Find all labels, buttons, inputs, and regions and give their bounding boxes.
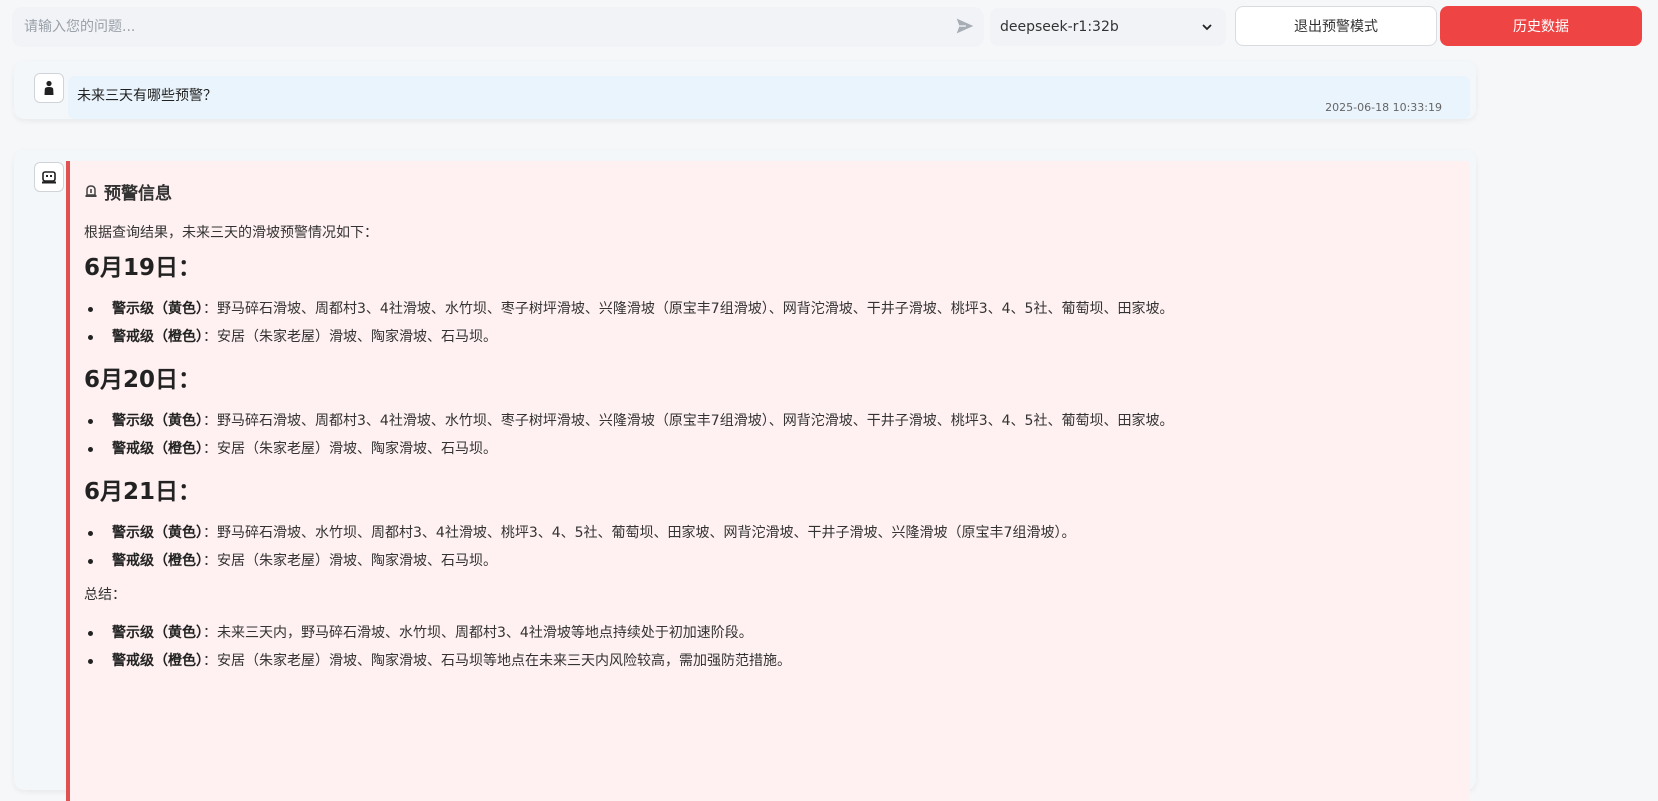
user-avatar bbox=[34, 73, 64, 103]
history-data-button[interactable]: 历史数据 bbox=[1440, 6, 1642, 46]
warning-list: 警示级（黄色）：野马碎石滑坡、水竹坝、周都村3、4社滑坡、桃坪3、4、5社、葡萄… bbox=[84, 525, 1470, 569]
robot-icon bbox=[42, 171, 56, 184]
user-message-timestamp: 2025-06-18 10:33:19 bbox=[1325, 101, 1442, 114]
day-heading: 6月19日： bbox=[84, 255, 202, 281]
summary-text: ：未来三天内，野马碎石滑坡、水竹坝、周都村3、4社滑坡等地点持续处于初加速阶段。 bbox=[203, 625, 753, 641]
list-item: 警示级（黄色）：未来三天内，野马碎石滑坡、水竹坝、周都村3、4社滑坡等地点持续处… bbox=[84, 625, 1470, 641]
model-select-value: deepseek-r1:32b bbox=[1000, 19, 1119, 35]
warning-level-label: 警示级（黄色） bbox=[112, 525, 203, 541]
warning-locations: ：野马碎石滑坡、水竹坝、周都村3、4社滑坡、桃坪3、4、5社、葡萄坝、田家坡、网… bbox=[203, 525, 1076, 541]
exit-warning-mode-button[interactable]: 退出预警模式 bbox=[1235, 6, 1437, 46]
panel-title: 预警信息 bbox=[84, 181, 1470, 204]
user-message: 未来三天有哪些预警？ 2025-06-18 10:33:19 bbox=[14, 61, 1476, 119]
warning-level-label: 警示级（黄色） bbox=[112, 625, 203, 641]
list-item: 警戒级（橙色）：安居（朱家老屋）滑坡、陶家滑坡、石马坝等地点在未来三天内风险较高… bbox=[84, 653, 1470, 669]
question-input[interactable] bbox=[12, 7, 984, 47]
warning-level-label: 警示级（黄色） bbox=[112, 301, 203, 317]
summary-text: ：安居（朱家老屋）滑坡、陶家滑坡、石马坝等地点在未来三天内风险较高，需加强防范措… bbox=[203, 653, 791, 669]
list-item: 警示级（黄色）：野马碎石滑坡、周都村3、4社滑坡、水竹坝、枣子树坪滑坡、兴隆滑坡… bbox=[84, 413, 1470, 429]
day-heading: 6月20日： bbox=[84, 367, 202, 393]
summary-list: 警示级（黄色）：未来三天内，野马碎石滑坡、水竹坝、周都村3、4社滑坡等地点持续处… bbox=[84, 625, 1470, 669]
warning-locations: ：安居（朱家老屋）滑坡、陶家滑坡、石马坝。 bbox=[203, 553, 497, 569]
send-button[interactable] bbox=[952, 14, 978, 40]
warning-locations: ：安居（朱家老屋）滑坡、陶家滑坡、石马坝。 bbox=[203, 441, 497, 457]
warning-locations: ：野马碎石滑坡、周都村3、4社滑坡、水竹坝、枣子树坪滑坡、兴隆滑坡（原宝丰7组滑… bbox=[203, 301, 1174, 317]
day-heading: 6月21日： bbox=[84, 479, 202, 505]
warning-level-label: 警戒级（橙色） bbox=[112, 553, 203, 569]
warning-info-panel: 预警信息 根据查询结果，未来三天的滑坡预警情况如下： 6月19日： 警示级（黄色… bbox=[66, 161, 1470, 801]
warning-locations: ：野马碎石滑坡、周都村3、4社滑坡、水竹坝、枣子树坪滑坡、兴隆滑坡（原宝丰7组滑… bbox=[203, 413, 1174, 429]
warning-locations: ：安居（朱家老屋）滑坡、陶家滑坡、石马坝。 bbox=[203, 329, 497, 345]
panel-title-text: 预警信息 bbox=[104, 183, 172, 204]
warning-level-label: 警戒级（橙色） bbox=[112, 653, 203, 669]
user-message-bubble bbox=[68, 76, 1470, 119]
send-icon bbox=[956, 18, 974, 33]
warning-level-label: 警示级（黄色） bbox=[112, 413, 203, 429]
warning-list: 警示级（黄色）：野马碎石滑坡、周都村3、4社滑坡、水竹坝、枣子树坪滑坡、兴隆滑坡… bbox=[84, 301, 1470, 345]
list-item: 警戒级（橙色）：安居（朱家老屋）滑坡、陶家滑坡、石马坝。 bbox=[84, 553, 1470, 569]
list-item: 警示级（黄色）：野马碎石滑坡、水竹坝、周都村3、4社滑坡、桃坪3、4、5社、葡萄… bbox=[84, 525, 1470, 541]
summary-label: 总结： bbox=[84, 587, 126, 603]
warning-level-label: 警戒级（橙色） bbox=[112, 329, 203, 345]
user-icon bbox=[44, 80, 54, 95]
intro-text: 根据查询结果，未来三天的滑坡预警情况如下： bbox=[84, 225, 378, 241]
warning-list: 警示级（黄色）：野马碎石滑坡、周都村3、4社滑坡、水竹坝、枣子树坪滑坡、兴隆滑坡… bbox=[84, 413, 1470, 457]
top-bar: deepseek-r1:32b 退出预警模式 历史数据 bbox=[0, 0, 1658, 52]
siren-icon bbox=[84, 184, 98, 198]
model-select[interactable]: deepseek-r1:32b bbox=[990, 8, 1226, 46]
list-item: 警戒级（橙色）：安居（朱家老屋）滑坡、陶家滑坡、石马坝。 bbox=[84, 329, 1470, 345]
warning-level-label: 警戒级（橙色） bbox=[112, 441, 203, 457]
bot-avatar bbox=[34, 162, 64, 192]
chevron-down-icon bbox=[1202, 24, 1212, 31]
list-item: 警戒级（橙色）：安居（朱家老屋）滑坡、陶家滑坡、石马坝。 bbox=[84, 441, 1470, 457]
list-item: 警示级（黄色）：野马碎石滑坡、周都村3、4社滑坡、水竹坝、枣子树坪滑坡、兴隆滑坡… bbox=[84, 301, 1470, 317]
bot-message: 预警信息 根据查询结果，未来三天的滑坡预警情况如下： 6月19日： 警示级（黄色… bbox=[14, 150, 1476, 801]
user-message-text: 未来三天有哪些预警？ bbox=[77, 88, 217, 104]
